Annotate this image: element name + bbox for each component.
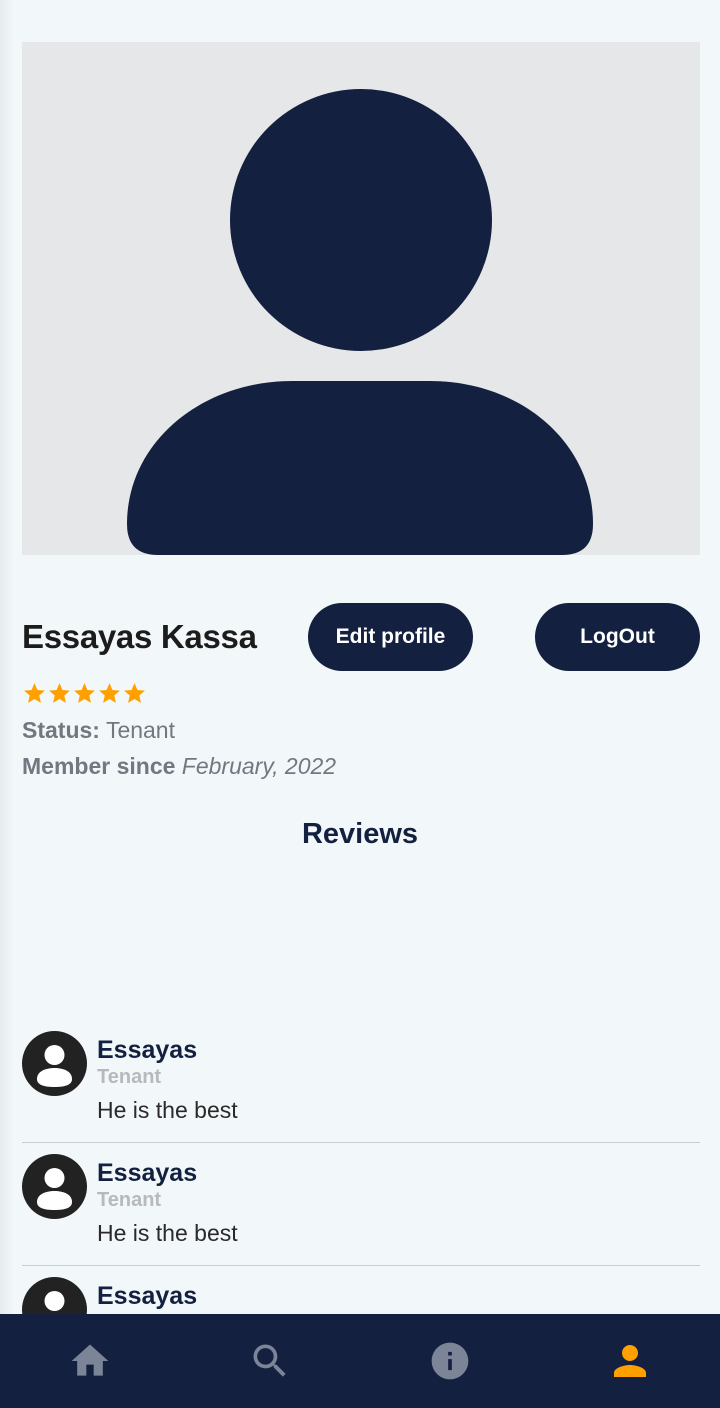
profile-placeholder-icon (127, 89, 593, 555)
info-icon (431, 1342, 469, 1380)
review-role: Tenant (97, 1066, 162, 1088)
reviews-list[interactable]: Essayas Tenant He is the best Essayas Te… (0, 1020, 720, 1314)
star-icon (24, 683, 45, 703)
star-icon (74, 683, 95, 703)
profile-name: Essayas Kassa (22, 618, 257, 655)
status-value: Tenant (105, 717, 175, 743)
avatar-icon (22, 1031, 87, 1096)
member-since-label: Member since (22, 753, 176, 779)
review-author: Essayas (97, 1036, 198, 1064)
profile-photo (22, 42, 700, 555)
review-text: He is the best (97, 1097, 238, 1123)
nav-profile[interactable] (540, 1314, 720, 1408)
review-item: Essayas Tenant He is the best (22, 1143, 700, 1266)
star-icon (99, 683, 120, 703)
member-since-line: Member since February, 2022 (22, 753, 336, 780)
review-role: Tenant (97, 1189, 162, 1211)
review-text: He is the best (97, 1220, 238, 1246)
nav-search[interactable] (180, 1314, 360, 1408)
avatar-icon (22, 1154, 87, 1219)
status-label: Status: (22, 717, 100, 743)
review-author: Essayas (97, 1159, 198, 1187)
person-icon (614, 1345, 646, 1377)
search-icon (253, 1344, 286, 1377)
bottom-navigation (0, 1314, 720, 1408)
star-icon (49, 683, 70, 703)
review-item: Essayas Tenant He is the best (22, 1020, 700, 1143)
logout-button[interactable]: LogOut (535, 603, 700, 671)
home-icon (71, 1344, 109, 1376)
member-since-value: February, 2022 (181, 753, 337, 779)
edit-profile-button[interactable]: Edit profile (308, 603, 473, 671)
star-icon (124, 683, 145, 703)
reviews-title: Reviews (301, 818, 419, 850)
status-line: Status: Tenant (22, 717, 175, 744)
rating-stars (22, 680, 147, 707)
review-author: Essayas (97, 1282, 198, 1310)
nav-home[interactable] (0, 1314, 180, 1408)
nav-info[interactable] (360, 1314, 540, 1408)
avatar-icon (22, 1277, 87, 1314)
review-item: Essayas (22, 1266, 700, 1314)
